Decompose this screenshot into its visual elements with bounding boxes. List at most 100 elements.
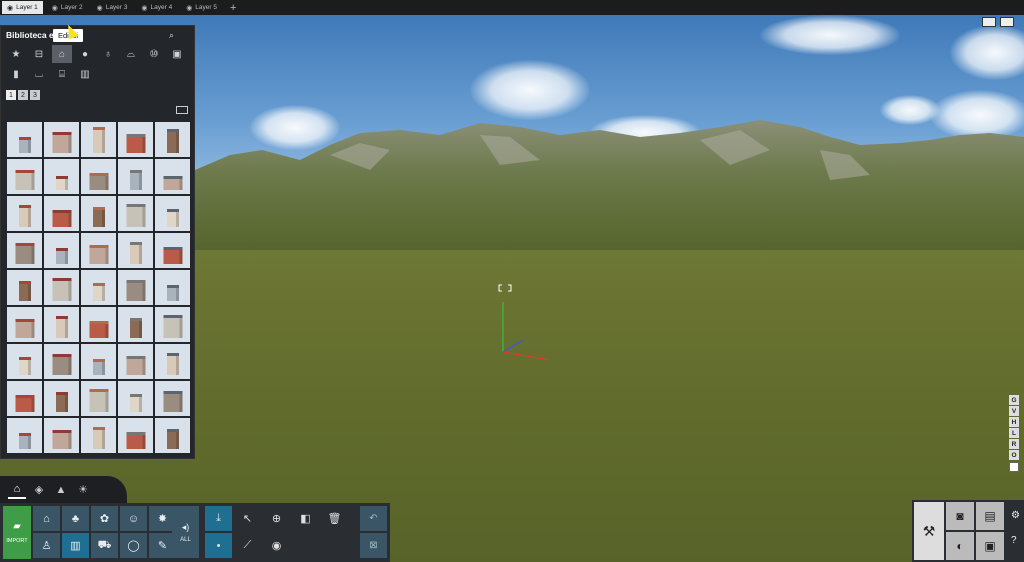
- line-place-icon[interactable]: ⟋: [234, 533, 261, 558]
- building-thumbnail[interactable]: [155, 233, 190, 268]
- building-thumbnail[interactable]: [155, 344, 190, 379]
- building-thumbnail[interactable]: [44, 418, 79, 453]
- building-thumbnail[interactable]: [155, 196, 190, 231]
- cube-icon[interactable]: ▣: [167, 45, 187, 63]
- building-thumbnail[interactable]: [155, 307, 190, 342]
- building-thumbnail[interactable]: [118, 381, 153, 416]
- paint-icon[interactable]: ◈: [30, 481, 48, 499]
- side-button-g[interactable]: G: [1009, 395, 1019, 405]
- building-thumbnail[interactable]: [81, 159, 116, 194]
- window-icon[interactable]: [1000, 17, 1014, 27]
- building-thumbnail[interactable]: [7, 344, 42, 379]
- building-thumbnail[interactable]: [44, 307, 79, 342]
- building-thumbnail[interactable]: [155, 122, 190, 157]
- side-button-h[interactable]: H: [1009, 417, 1019, 427]
- eye-icon[interactable]: ◉: [7, 4, 13, 12]
- building-thumbnail[interactable]: [7, 196, 42, 231]
- special-tree-icon[interactable]: ✿: [91, 506, 118, 531]
- building-thumbnail[interactable]: [155, 159, 190, 194]
- monitor-icon[interactable]: [982, 17, 996, 27]
- building-thumbnail[interactable]: [44, 122, 79, 157]
- tab-layer-2[interactable]: ◉ Layer 2: [47, 1, 88, 14]
- sphere-icon[interactable]: ●: [75, 45, 95, 63]
- tab-layer-1[interactable]: ◉ Layer 1: [2, 1, 43, 14]
- scale-icon[interactable]: ◧: [292, 506, 319, 531]
- building-thumbnail[interactable]: [44, 159, 79, 194]
- building-thumbnail[interactable]: [7, 159, 42, 194]
- page-button-1[interactable]: 1: [6, 90, 16, 100]
- side-button-r[interactable]: R: [1009, 439, 1019, 449]
- view-toggle-icon[interactable]: [176, 106, 188, 114]
- building-thumbnail[interactable]: [7, 270, 42, 305]
- side-button-o[interactable]: O: [1009, 450, 1019, 460]
- help-icon[interactable]: ?: [1011, 535, 1020, 546]
- bench-icon[interactable]: ⊟: [29, 45, 49, 63]
- building-thumbnail[interactable]: [44, 381, 79, 416]
- page-button-2[interactable]: 2: [18, 90, 28, 100]
- building-thumbnail[interactable]: [81, 270, 116, 305]
- person-icon[interactable]: ☺: [120, 506, 147, 531]
- building-thumbnail[interactable]: [118, 344, 153, 379]
- building-thumbnail[interactable]: [7, 381, 42, 416]
- area-place-icon[interactable]: ◉: [263, 533, 290, 558]
- tab-layer-3[interactable]: ◉ Layer 3: [92, 1, 133, 14]
- fence-icon[interactable]: ▥: [62, 533, 89, 558]
- star-icon[interactable]: ★: [6, 45, 26, 63]
- eye-icon[interactable]: ◉: [97, 4, 103, 12]
- gear-icon[interactable]: ⚙: [1011, 510, 1020, 521]
- tab-layer-4[interactable]: ◉ Layer 4: [136, 1, 177, 14]
- building-thumbnail[interactable]: [155, 270, 190, 305]
- undo-icon[interactable]: ↶: [360, 506, 387, 531]
- building-thumbnail[interactable]: [118, 159, 153, 194]
- building-thumbnail[interactable]: [7, 307, 42, 342]
- search-icon[interactable]: ⌕: [169, 30, 174, 41]
- building-thumbnail[interactable]: [118, 418, 153, 453]
- building-thumbnail[interactable]: [118, 122, 153, 157]
- building-thumbnail[interactable]: [81, 122, 116, 157]
- place-icon[interactable]: ⤓: [205, 506, 232, 531]
- car-icon[interactable]: ⛟: [91, 533, 118, 558]
- ten-icon[interactable]: ⑩: [144, 45, 164, 63]
- side-button-v[interactable]: V: [1009, 406, 1019, 416]
- trash-icon[interactable]: 🗑: [321, 506, 348, 531]
- axis-gizmo[interactable]: [495, 282, 555, 362]
- building-thumbnail[interactable]: [81, 233, 116, 268]
- eye-icon[interactable]: ◉: [141, 4, 147, 12]
- tab-layer-5[interactable]: ◉ Layer 5: [181, 1, 222, 14]
- building-thumbnail[interactable]: [155, 381, 190, 416]
- building-thumbnail[interactable]: [81, 344, 116, 379]
- boat-icon[interactable]: ⌴: [29, 65, 49, 83]
- add-layer-button[interactable]: +: [226, 2, 240, 14]
- select-arrow-icon[interactable]: ↖: [234, 506, 261, 531]
- panorama-icon[interactable]: ◐: [946, 532, 974, 560]
- all-button[interactable]: ◂) ALL: [172, 506, 199, 558]
- building-thumbnail[interactable]: [44, 196, 79, 231]
- deselect-icon[interactable]: ⊠: [360, 533, 387, 558]
- import-button[interactable]: ▰ IMPORT: [3, 506, 31, 559]
- chair-icon[interactable]: ♙: [33, 533, 60, 558]
- construction-icon[interactable]: ⚒: [914, 502, 944, 560]
- hill-icon[interactable]: ⌓: [121, 45, 141, 63]
- bin-icon[interactable]: ▮: [6, 65, 26, 83]
- building-thumbnail[interactable]: [44, 233, 79, 268]
- building-icon[interactable]: ⌂: [52, 45, 72, 63]
- page-button-3[interactable]: 3: [30, 90, 40, 100]
- square-toggle[interactable]: [1009, 462, 1019, 472]
- building-thumbnail[interactable]: [81, 196, 116, 231]
- home-icon[interactable]: ⌂: [8, 481, 26, 499]
- building-thumbnail[interactable]: [44, 344, 79, 379]
- single-place-icon[interactable]: •: [205, 533, 232, 558]
- move-icon[interactable]: ⊕: [263, 506, 290, 531]
- building-thumbnail[interactable]: [7, 122, 42, 157]
- lamp-icon[interactable]: ♁: [98, 45, 118, 63]
- camera-icon[interactable]: ◙: [946, 502, 974, 530]
- terrain-icon[interactable]: ▲: [52, 481, 70, 499]
- building-thumbnail[interactable]: [44, 270, 79, 305]
- eye-icon[interactable]: ◉: [186, 4, 192, 12]
- eye-icon[interactable]: ◉: [52, 4, 58, 12]
- building-thumbnail[interactable]: [81, 307, 116, 342]
- sun-icon[interactable]: ☀: [74, 481, 92, 499]
- video-icon[interactable]: ▤: [976, 502, 1004, 530]
- building-thumbnail[interactable]: [118, 307, 153, 342]
- building-thumbnail[interactable]: [118, 196, 153, 231]
